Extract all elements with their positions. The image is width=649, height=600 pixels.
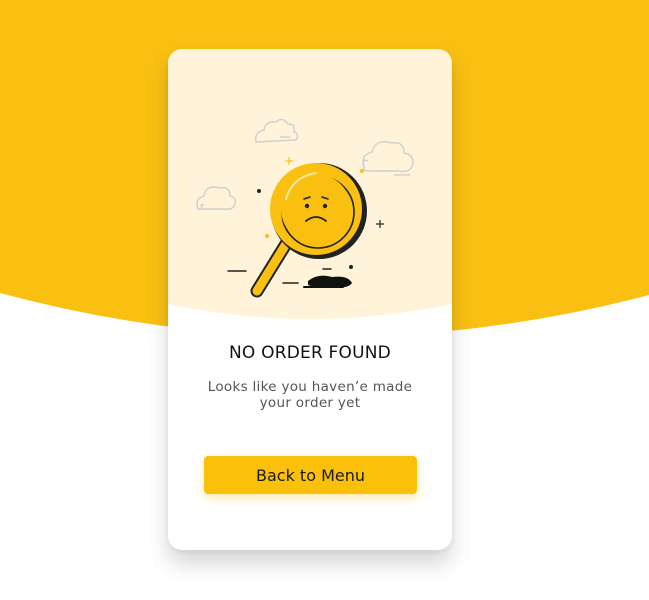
empty-state-message: Looks like you haven’e made your order y… [207,379,413,411]
cloud-icon [254,118,299,143]
empty-state-title: NO ORDER FOUND [229,343,391,363]
empty-state-card: NO ORDER FOUND Looks like you haven’e ma… [168,49,452,550]
cloud-icon [362,140,414,176]
back-to-menu-button[interactable]: Back to Menu [204,456,417,494]
shadow-puddle [308,275,352,288]
sparkle-icon [376,220,384,228]
page: NO ORDER FOUND Looks like you haven’e ma… [0,0,649,600]
cloud-icon [196,186,237,210]
sad-magnifying-glass-icon [196,118,414,298]
sparkle-icon [285,157,293,165]
